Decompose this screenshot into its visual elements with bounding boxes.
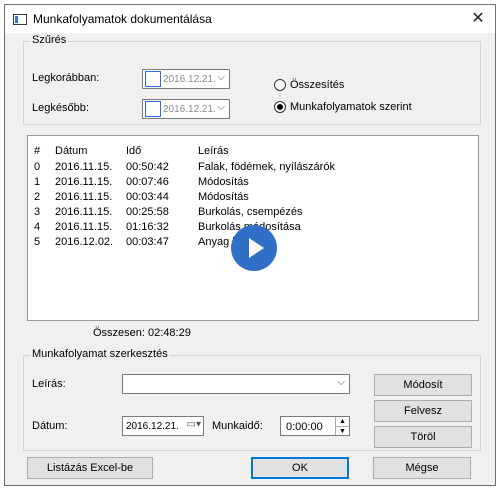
cell-time: 00:50:42 — [126, 161, 169, 173]
cell-index: 1 — [34, 176, 41, 188]
description-combobox[interactable]: ⌵ — [122, 374, 350, 394]
description-label: Leírás: — [32, 378, 66, 390]
radio-summary[interactable] — [274, 79, 286, 91]
column-header[interactable]: Leírás — [198, 145, 229, 157]
column-header[interactable]: # — [34, 145, 40, 157]
cell-date: 2016.11.15. — [55, 221, 113, 233]
dialog-window: Munkafolyamatok dokumentálása ✕ Szűrés L… — [4, 4, 496, 486]
chevron-down-icon[interactable]: ⌵ — [217, 72, 225, 83]
cell-time: 00:25:58 — [126, 206, 169, 218]
app-window-icon — [13, 14, 27, 25]
title-bar: Munkafolyamatok dokumentálása ✕ — [5, 5, 495, 33]
filter-group-title: Szűrés — [30, 34, 69, 46]
list-item[interactable]: 0 2016.11.15. 00:50:42 Falak, födémek, n… — [28, 161, 478, 175]
cell-date: 2016.12.02. — [55, 236, 114, 248]
chevron-down-icon[interactable]: ⌵ — [217, 102, 225, 113]
cell-index: 4 — [34, 221, 41, 233]
edit-date-picker[interactable]: 2016.12.21. ▭▾ — [122, 416, 204, 436]
cell-date: 2016.11.15. — [55, 176, 113, 188]
list-item[interactable]: 2 2016.11.15. 00:03:44 Módosítás — [28, 191, 478, 205]
list-item[interactable]: 1 2016.11.15. 00:07:46 Módosítás — [28, 176, 478, 190]
latest-date-picker[interactable]: 2016.12.21. ⌵ — [142, 99, 230, 119]
cell-time: 01:16:32 — [126, 221, 169, 233]
cell-date: 2016.11.15. — [55, 206, 113, 218]
cell-description: Falak, födémek, nyílászárók — [198, 161, 335, 173]
worktime-value: 0:00:00 — [286, 421, 323, 433]
cell-description: Módosítás — [198, 191, 249, 203]
delete-button[interactable]: Töröl — [374, 426, 472, 448]
export-excel-button[interactable]: Listázás Excel-be — [27, 457, 153, 479]
cell-description: Módosítás — [198, 176, 249, 188]
edit-date-value: 2016.12.21. — [126, 421, 179, 432]
earliest-enable-checkbox[interactable] — [145, 71, 161, 87]
cell-description: Burkolás, csempézés — [198, 206, 303, 218]
modify-button[interactable]: Módosít — [374, 374, 472, 396]
radio-by-workflow-label[interactable]: Munkafolyamatok szerint — [290, 101, 412, 113]
edit-group-title: Munkafolyamat szerkesztés — [30, 348, 170, 360]
window-title: Munkafolyamatok dokumentálása — [33, 12, 212, 26]
earliest-label: Legkorábban: — [32, 72, 100, 84]
latest-enable-checkbox[interactable] — [145, 101, 161, 117]
list-item[interactable]: 3 2016.11.15. 00:25:58 Burkolás, csempéz… — [28, 206, 478, 220]
chevron-down-icon[interactable]: ⌵ — [337, 377, 345, 388]
cell-index: 0 — [34, 161, 41, 173]
cell-time: 00:03:44 — [126, 191, 169, 203]
worktime-label: Munkaidő: — [212, 420, 263, 432]
radio-summary-label[interactable]: Összesítés — [290, 79, 344, 91]
cell-date: 2016.11.15. — [55, 161, 113, 173]
date-label: Dátum: — [32, 420, 68, 432]
radio-by-workflow[interactable] — [274, 101, 286, 113]
cell-index: 2 — [34, 191, 41, 203]
ok-button[interactable]: OK — [251, 457, 349, 479]
spin-down-icon[interactable]: ▼ — [335, 426, 349, 435]
worktime-spinner[interactable]: 0:00:00 ▲ ▼ — [280, 416, 350, 436]
latest-date-value: 2016.12.21. — [163, 104, 216, 115]
cell-date: 2016.11.15. — [55, 191, 113, 203]
column-header[interactable]: Idő — [126, 145, 141, 157]
latest-label: Legkésőbb: — [32, 102, 89, 114]
add-button[interactable]: Felvesz — [374, 400, 472, 422]
close-button[interactable]: ✕ — [465, 7, 491, 31]
cell-time: 00:03:47 — [126, 236, 169, 248]
filter-group: Szűrés Legkorábban: 2016.12.21. ⌵ Legkés… — [23, 34, 481, 125]
cell-time: 00:07:46 — [126, 176, 169, 188]
column-header[interactable]: Dátum — [55, 145, 87, 157]
calendar-dropdown-icon[interactable]: ▭▾ — [187, 419, 201, 430]
edit-group: Munkafolyamat szerkesztés Leírás: ⌵ Módo… — [23, 348, 481, 451]
cell-index: 5 — [34, 236, 41, 248]
cancel-button[interactable]: Mégse — [373, 457, 471, 479]
total-duration: Összesen: 02:48:29 — [93, 327, 191, 339]
cell-index: 3 — [34, 206, 41, 218]
earliest-date-picker[interactable]: 2016.12.21. ⌵ — [142, 69, 230, 89]
earliest-date-value: 2016.12.21. — [163, 74, 216, 85]
spin-up-icon[interactable]: ▲ — [335, 417, 349, 426]
play-icon[interactable] — [231, 225, 277, 271]
list-header: # Dátum Idő Leírás — [28, 145, 478, 159]
